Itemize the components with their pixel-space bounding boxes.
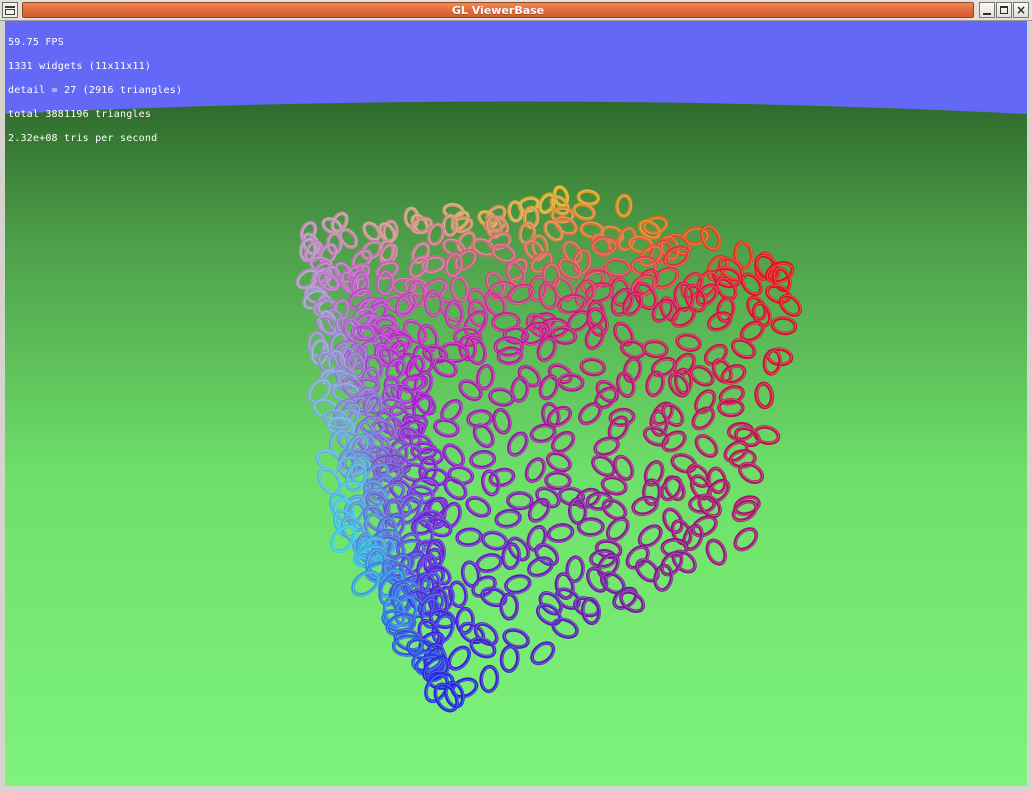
stat-fps: 59.75 FPS [8,37,64,48]
stat-detail: detail = 27 (2916 triangles) [8,85,183,96]
window-menu-glyph-bar [5,6,15,8]
title-pill[interactable]: GL ViewerBase [22,2,974,18]
maximize-button[interactable] [996,2,1012,18]
close-icon: × [1015,3,1027,17]
stat-widgets: 1331 widgets (11x11x11) [8,61,152,72]
close-button[interactable]: × [1013,2,1029,18]
minimize-icon [983,13,991,15]
gl-viewport[interactable]: 59.75 FPS 1331 widgets (11x11x11) detail… [5,21,1027,786]
window-menu-glyph-frame [5,9,15,15]
minimize-button[interactable] [979,2,995,18]
window-menu-icon[interactable] [2,2,18,18]
title-bar[interactable]: GL ViewerBase × [0,0,1032,21]
ground-plane [5,101,1027,786]
app-window: GL ViewerBase × 59.75 FPS 1331 widgets (… [0,0,1032,791]
window-title: GL ViewerBase [451,4,545,17]
stat-tris-per-second: 2.32e+08 tris per second [8,133,158,144]
stats-overlay: 59.75 FPS 1331 widgets (11x11x11) detail… [8,23,182,159]
stat-total-triangles: total 3881196 triangles [8,109,152,120]
maximize-icon [1000,6,1008,14]
